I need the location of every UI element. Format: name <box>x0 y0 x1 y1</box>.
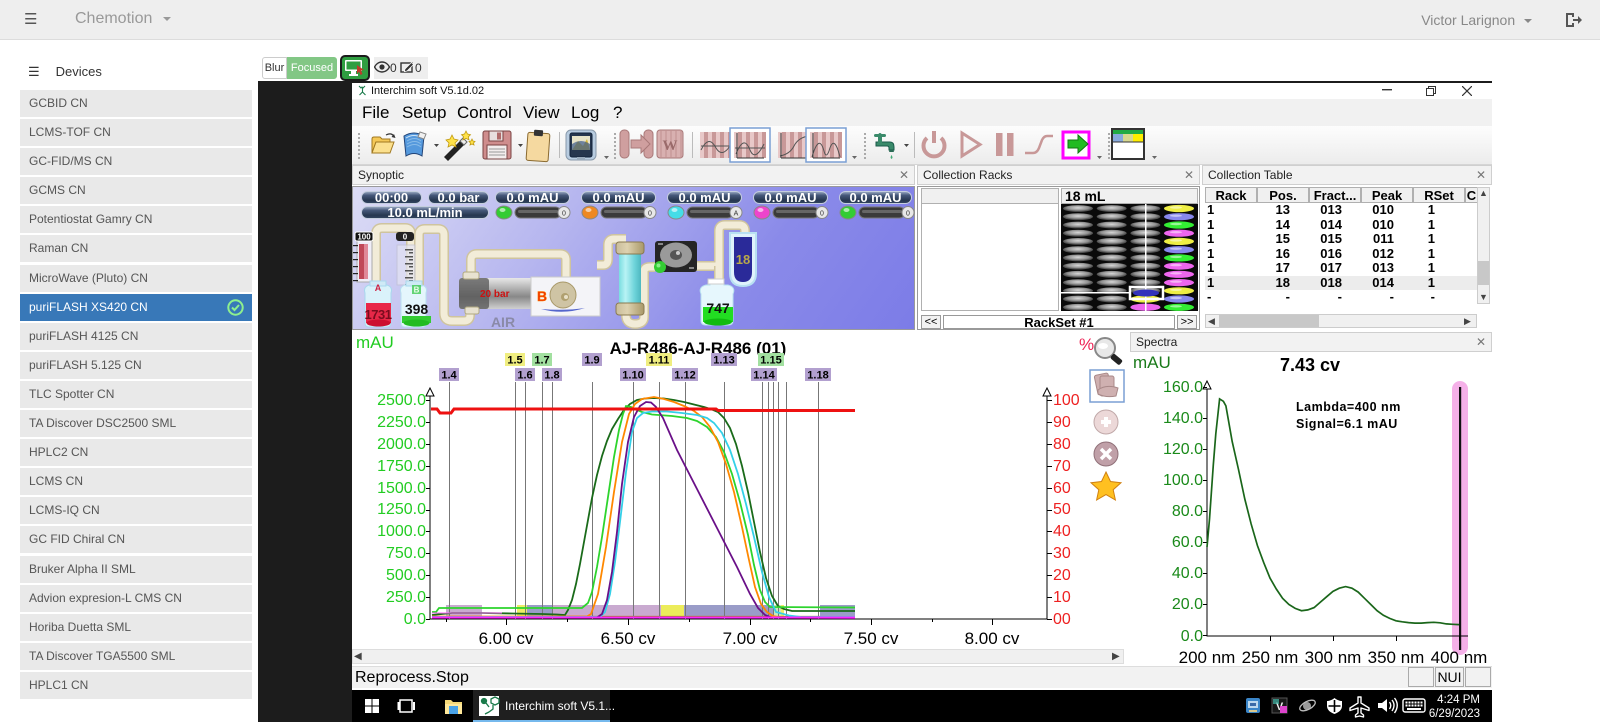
svg-text:0.0: 0.0 <box>404 611 426 628</box>
svg-text:1.4: 1.4 <box>441 370 457 382</box>
svg-text:Interchim soft V5.1...: Interchim soft V5.1... <box>505 699 615 713</box>
svg-text:250 nm: 250 nm <box>1242 648 1299 667</box>
svg-text:300 nm: 300 nm <box>1305 648 1362 667</box>
svg-text:0: 0 <box>820 211 824 218</box>
svg-text:0.0: 0.0 <box>1181 628 1203 645</box>
svg-text:AIR: AIR <box>491 314 515 329</box>
svg-text:1.18: 1.18 <box>807 370 828 382</box>
svg-text:A: A <box>375 283 382 293</box>
svg-text:100.0: 100.0 <box>1163 472 1203 489</box>
svg-text:60: 60 <box>1053 480 1071 497</box>
svg-text:mAU: mAU <box>1133 353 1171 372</box>
svg-text:20.0: 20.0 <box>1172 596 1203 613</box>
svg-text:7.43 cv: 7.43 cv <box>1280 355 1340 375</box>
svg-text:7.50 cv: 7.50 cv <box>844 629 899 648</box>
svg-text:18: 18 <box>736 252 750 267</box>
svg-text:20: 20 <box>1053 567 1071 584</box>
svg-text:6.00 cv: 6.00 cv <box>479 629 534 648</box>
svg-text:1.6: 1.6 <box>517 370 532 382</box>
svg-text:250.0: 250.0 <box>386 589 426 606</box>
svg-text:1.12: 1.12 <box>674 370 695 382</box>
svg-text:70: 70 <box>1053 458 1071 475</box>
svg-text:Lambda=400 nm: Lambda=400 nm <box>1296 400 1401 414</box>
svg-text:30: 30 <box>1053 545 1071 562</box>
svg-text:0: 0 <box>906 211 910 218</box>
svg-text:400 nm: 400 nm <box>1431 648 1488 667</box>
svg-text:1.10: 1.10 <box>622 370 643 382</box>
svg-text:B: B <box>414 286 420 295</box>
svg-text:350 nm: 350 nm <box>1368 648 1425 667</box>
svg-text:160.0: 160.0 <box>1163 379 1203 396</box>
svg-text:0: 0 <box>648 211 652 218</box>
svg-text:1250.0: 1250.0 <box>377 501 426 518</box>
svg-text:1.5: 1.5 <box>507 355 522 367</box>
svg-text:0: 0 <box>403 233 408 242</box>
svg-text:10: 10 <box>1053 589 1071 606</box>
svg-text:60.0: 60.0 <box>1172 534 1203 551</box>
svg-text:500.0: 500.0 <box>386 567 426 584</box>
svg-text:1731: 1731 <box>365 307 392 322</box>
svg-text:1.15: 1.15 <box>760 355 781 367</box>
svg-text:1.7: 1.7 <box>534 355 549 367</box>
svg-text:90: 90 <box>1053 414 1071 431</box>
svg-text:120.0: 120.0 <box>1163 441 1203 458</box>
svg-text:1.13: 1.13 <box>713 355 734 367</box>
svg-text:1.8: 1.8 <box>544 370 559 382</box>
svg-text:100: 100 <box>1053 392 1080 409</box>
svg-text:50: 50 <box>1053 501 1071 518</box>
svg-text:100: 100 <box>357 233 371 242</box>
svg-text:7.00 cv: 7.00 cv <box>723 629 778 648</box>
svg-text:2250.0: 2250.0 <box>377 414 426 431</box>
svg-text:80: 80 <box>1053 436 1071 453</box>
svg-text:1500.0: 1500.0 <box>377 480 426 497</box>
svg-text:Signal=6.1 mAU: Signal=6.1 mAU <box>1296 417 1398 431</box>
svg-text:140.0: 140.0 <box>1163 410 1203 427</box>
svg-text:W: W <box>663 138 678 154</box>
svg-text:398: 398 <box>405 301 429 317</box>
svg-text:750.0: 750.0 <box>386 545 426 562</box>
svg-text:80.0: 80.0 <box>1172 503 1203 520</box>
svg-text:2500.0: 2500.0 <box>377 392 426 409</box>
svg-text:1.9: 1.9 <box>584 355 599 367</box>
svg-text:6/29/2023: 6/29/2023 <box>1429 708 1480 720</box>
svg-text:1750.0: 1750.0 <box>377 458 426 475</box>
svg-text:40: 40 <box>1053 523 1071 540</box>
svg-text:200 nm: 200 nm <box>1179 648 1236 667</box>
svg-text:747: 747 <box>706 300 730 316</box>
svg-text:A: A <box>734 211 739 218</box>
svg-text:mAU: mAU <box>356 333 394 352</box>
svg-text:1000.0: 1000.0 <box>377 523 426 540</box>
svg-text:40.0: 40.0 <box>1172 565 1203 582</box>
svg-text:2000.0: 2000.0 <box>377 436 426 453</box>
svg-text:1.14: 1.14 <box>753 370 775 382</box>
svg-text:0: 0 <box>562 211 566 218</box>
svg-text:6.50 cv: 6.50 cv <box>601 629 656 648</box>
svg-text:4:24 PM: 4:24 PM <box>1437 694 1480 706</box>
svg-text:20 bar: 20 bar <box>480 289 510 300</box>
svg-text:1.11: 1.11 <box>649 355 670 367</box>
svg-text:00: 00 <box>1053 611 1071 628</box>
svg-text:B: B <box>537 288 547 304</box>
svg-text:8.00 cv: 8.00 cv <box>965 629 1020 648</box>
